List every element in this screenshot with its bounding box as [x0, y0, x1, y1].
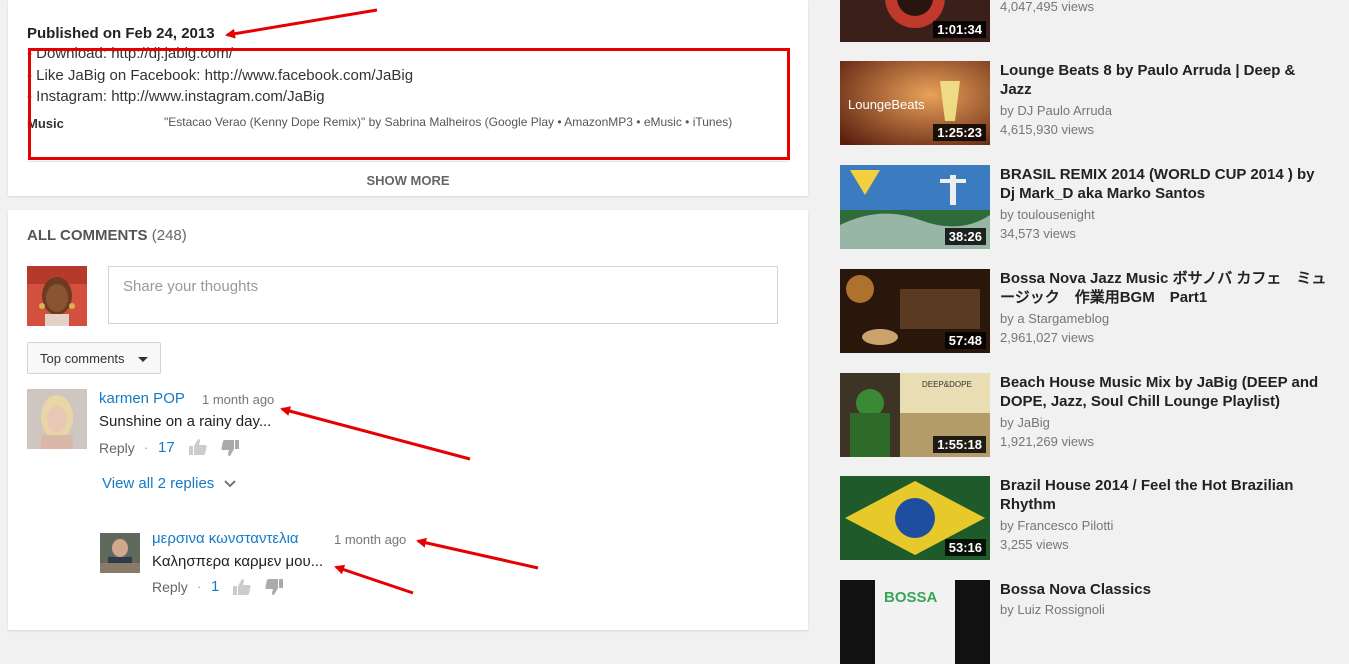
related-video-item[interactable]: BOSSA Bossa Nova Classics by Luiz Rossig… [840, 580, 1340, 664]
reply-commenter-avatar[interactable] [100, 533, 140, 573]
show-more-button[interactable]: SHOW MORE [8, 173, 808, 188]
video-thumbnail[interactable]: 1:01:34 [840, 0, 990, 42]
video-channel[interactable]: by Francesco Pilotti [1000, 518, 1113, 533]
related-video-item[interactable]: 38:26 BRASIL REMIX 2014 (WORLD CUP 2014 … [840, 165, 1340, 251]
separator-dot: · [144, 440, 149, 455]
commenter-avatar[interactable] [27, 389, 87, 449]
video-title[interactable]: Lounge Beats 8 by Paulo Arruda | Deep & … [1000, 61, 1330, 99]
sort-comments-dropdown[interactable]: Top comments [27, 342, 161, 374]
related-video-item[interactable]: 53:16 Brazil House 2014 / Feel the Hot B… [840, 476, 1340, 562]
video-views: 4,615,930 views [1000, 122, 1094, 137]
view-replies-link[interactable]: View all 2 replies [102, 475, 237, 492]
comments-section: ALL COMMENTS (248) Top comments [8, 210, 808, 630]
video-duration: 57:48 [944, 332, 986, 349]
video-duration: 1:01:34 [933, 21, 986, 38]
video-title[interactable]: Beach House Music Mix by JaBig (DEEP and… [1000, 373, 1330, 411]
user-avatar[interactable] [27, 266, 87, 326]
thumbnail-text: BOSSA [884, 589, 938, 606]
thumbs-down-icon[interactable] [220, 439, 240, 462]
video-duration: 53:16 [944, 539, 986, 556]
chevron-down-icon [224, 480, 237, 488]
comment-input[interactable] [121, 277, 765, 296]
reply-timestamp[interactable]: 1 month ago [334, 532, 406, 547]
related-video-item[interactable]: 1:01:34 4,047,495 views [840, 0, 1340, 44]
reply-button[interactable]: Reply [152, 579, 188, 595]
video-duration: 38:26 [944, 228, 986, 245]
video-views: 2,961,027 views [1000, 330, 1094, 345]
caret-down-icon [138, 357, 148, 362]
comments-header: ALL COMMENTS (248) [27, 227, 187, 244]
thumbs-up-icon[interactable] [232, 578, 252, 601]
comments-count: (248) [151, 227, 187, 244]
video-thumbnail[interactable]: LoungeBeats 1:25:23 [840, 61, 990, 145]
thumbs-up-icon[interactable] [188, 438, 208, 461]
annotation-highlight-box [28, 48, 790, 160]
video-channel[interactable]: by Luiz Rossignoli [1000, 602, 1105, 617]
thumbs-down-icon[interactable] [264, 578, 284, 601]
video-duration: 1:25:23 [933, 124, 986, 141]
thumbnail-text: LoungeBeats [848, 97, 925, 112]
video-thumbnail[interactable]: 53:16 [840, 476, 990, 560]
comment-timestamp[interactable]: 1 month ago [202, 392, 274, 407]
published-date: Published on Feb 24, 2013 [27, 25, 215, 42]
related-video-item[interactable]: 57:48 Bossa Nova Jazz Music ボサノバ カフェ ミュー… [840, 269, 1340, 355]
video-title[interactable]: BRASIL REMIX 2014 (WORLD CUP 2014 ) by D… [1000, 165, 1330, 203]
related-video-item[interactable]: DEEP&DOPE 1:55:18 Beach House Music Mix … [840, 373, 1340, 459]
comment-author[interactable]: karmen POP [99, 390, 185, 407]
video-title[interactable]: Bossa Nova Classics [1000, 580, 1330, 599]
comment-text: Sunshine on a rainy day... [99, 413, 272, 430]
video-thumbnail[interactable]: 38:26 [840, 165, 990, 249]
comments-header-label: ALL COMMENTS [27, 227, 148, 244]
video-duration: 1:55:18 [933, 436, 986, 453]
reply-author[interactable]: μερσινα κωνσταντελια [152, 530, 299, 547]
video-views: 34,573 views [1000, 226, 1076, 241]
reply-text: Καλησπερα καρμεν μου... [152, 553, 324, 570]
video-thumbnail[interactable]: DEEP&DOPE 1:55:18 [840, 373, 990, 457]
video-channel[interactable]: by DJ Paulo Arruda [1000, 103, 1112, 118]
video-thumbnail[interactable]: 57:48 [840, 269, 990, 353]
view-replies-label: View all 2 replies [102, 475, 215, 492]
related-video-item[interactable]: LoungeBeats 1:25:23 Lounge Beats 8 by Pa… [840, 61, 1340, 147]
video-title[interactable]: Brazil House 2014 / Feel the Hot Brazili… [1000, 476, 1330, 514]
video-channel[interactable]: by toulousenight [1000, 207, 1095, 222]
video-views: 1,921,269 views [1000, 434, 1094, 449]
share-thoughts-box[interactable] [108, 266, 778, 324]
video-views: 4,047,495 views [1000, 0, 1094, 14]
like-count: 17 [158, 439, 175, 456]
video-thumbnail[interactable]: BOSSA [840, 580, 990, 664]
video-channel[interactable]: by a Stargameblog [1000, 311, 1109, 326]
video-channel[interactable]: by JaBig [1000, 415, 1050, 430]
thumbnail-text: DEEP&DOPE [922, 380, 972, 389]
video-description-card: Published on Feb 24, 2013 - Download: ht… [8, 0, 808, 196]
video-views: 3,255 views [1000, 537, 1069, 552]
sort-label: Top comments [40, 351, 125, 366]
reply-like-count: 1 [211, 578, 220, 595]
video-title[interactable]: Bossa Nova Jazz Music ボサノバ カフェ ミュージック 作業… [1000, 269, 1330, 307]
divider [27, 161, 789, 162]
reply-button[interactable]: Reply [99, 440, 135, 456]
separator-dot: · [197, 579, 202, 594]
